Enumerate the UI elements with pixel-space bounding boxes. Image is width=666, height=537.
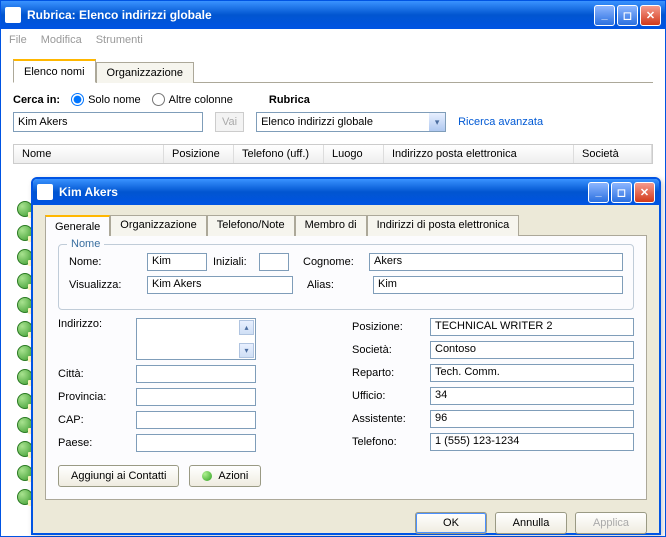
fieldset-nome: Nome Nome: Kim Iniziali: Cognome: Akers … bbox=[58, 244, 634, 310]
field-reparto[interactable]: Tech. Comm. bbox=[430, 364, 634, 382]
main-titlebar: Rubrica: Elenco indirizzi globale _ ◻ ✕ bbox=[1, 1, 665, 29]
dtab-generale[interactable]: Generale bbox=[45, 215, 110, 236]
main-tabs: Elenco nomi Organizzazione bbox=[13, 59, 653, 83]
lbl-ufficio: Ufficio: bbox=[352, 390, 424, 402]
lbl-assistente: Assistente: bbox=[352, 413, 424, 425]
actions-button[interactable]: Azioni bbox=[189, 465, 261, 487]
detail-titlebar: Kim Akers _ ◻ ✕ bbox=[33, 179, 659, 205]
lbl-cap: CAP: bbox=[58, 414, 130, 426]
detail-title: Kim Akers bbox=[59, 185, 586, 199]
search-row: Cerca in: Solo nome Altre colonne Rubric… bbox=[13, 93, 653, 106]
panel-buttons: Aggiungi ai Contatti Azioni bbox=[58, 465, 634, 487]
col-telefono[interactable]: Telefono (uff.) bbox=[234, 145, 324, 163]
lbl-provincia: Provincia: bbox=[58, 391, 130, 403]
dtab-organizzazione[interactable]: Organizzazione bbox=[110, 215, 206, 236]
field-posizione[interactable]: TECHNICAL WRITER 2 bbox=[430, 318, 634, 336]
lbl-paese: Paese: bbox=[58, 437, 130, 449]
scroll-down-icon[interactable]: ▾ bbox=[239, 343, 254, 358]
presence-icon bbox=[202, 471, 212, 481]
lbl-posizione: Posizione: bbox=[352, 321, 424, 333]
radio-solo-nome[interactable]: Solo nome bbox=[71, 93, 141, 106]
lbl-reparto: Reparto: bbox=[352, 367, 424, 379]
tab-elenco-nomi[interactable]: Elenco nomi bbox=[13, 59, 96, 83]
detail-close-button[interactable]: ✕ bbox=[634, 182, 655, 203]
detail-maximize-button[interactable]: ◻ bbox=[611, 182, 632, 203]
dtab-telefono-note[interactable]: Telefono/Note bbox=[207, 215, 295, 236]
col-luogo[interactable]: Luogo bbox=[324, 145, 384, 163]
two-col: Indirizzo: ▴ ▾ Città: Provincia: bbox=[58, 318, 634, 457]
detail-tabs: Generale Organizzazione Telefono/Note Me… bbox=[45, 215, 647, 236]
rubrica-combo[interactable]: Elenco indirizzi globale ▾ bbox=[256, 112, 446, 132]
scroll-up-icon[interactable]: ▴ bbox=[239, 320, 254, 335]
radio-altre-colonne-input[interactable] bbox=[152, 93, 165, 106]
field-paese[interactable] bbox=[136, 434, 256, 452]
field-alias[interactable]: Kim bbox=[373, 276, 623, 294]
main-window: Rubrica: Elenco indirizzi globale _ ◻ ✕ … bbox=[0, 0, 666, 537]
minimize-button[interactable]: _ bbox=[594, 5, 615, 26]
field-provincia[interactable] bbox=[136, 388, 256, 406]
lbl-nome: Nome: bbox=[69, 256, 141, 268]
lbl-citta: Città: bbox=[58, 368, 130, 380]
col-societa[interactable]: Società bbox=[574, 145, 652, 163]
detail-body: Generale Organizzazione Telefono/Note Me… bbox=[33, 205, 659, 506]
lbl-indirizzo: Indirizzo: bbox=[58, 318, 130, 330]
lbl-telefono: Telefono: bbox=[352, 436, 424, 448]
search-input[interactable] bbox=[13, 112, 203, 132]
dialog-buttons: OK Annulla Applica bbox=[33, 506, 659, 534]
detail-window: Kim Akers _ ◻ ✕ Generale Organizzazione … bbox=[31, 177, 661, 535]
lbl-societa: Società: bbox=[352, 344, 424, 356]
lbl-cognome: Cognome: bbox=[303, 256, 363, 268]
contact-card-icon bbox=[37, 184, 53, 200]
ok-button[interactable]: OK bbox=[415, 512, 487, 534]
field-cognome[interactable]: Akers bbox=[369, 253, 623, 271]
tab-organizzazione[interactable]: Organizzazione bbox=[96, 62, 194, 83]
advanced-search-link[interactable]: Ricerca avanzata bbox=[458, 116, 543, 128]
menu-strumenti[interactable]: Strumenti bbox=[96, 34, 143, 46]
col-email[interactable]: Indirizzo posta elettronica bbox=[384, 145, 574, 163]
search-inputs: Vai Elenco indirizzi globale ▾ Ricerca a… bbox=[13, 112, 653, 132]
add-to-contacts-button[interactable]: Aggiungi ai Contatti bbox=[58, 465, 179, 487]
list-header: Nome Posizione Telefono (uff.) Luogo Ind… bbox=[13, 144, 653, 164]
fieldset-nome-label: Nome bbox=[67, 238, 104, 250]
field-societa[interactable]: Contoso bbox=[430, 341, 634, 359]
col-nome[interactable]: Nome bbox=[14, 145, 164, 163]
dtab-indirizzi[interactable]: Indirizzi di posta elettronica bbox=[367, 215, 520, 236]
field-cap[interactable] bbox=[136, 411, 256, 429]
detail-panel: Nome Nome: Kim Iniziali: Cognome: Akers … bbox=[45, 235, 647, 500]
detail-minimize-button[interactable]: _ bbox=[588, 182, 609, 203]
lbl-iniziali: Iniziali: bbox=[213, 256, 253, 268]
field-assistente[interactable]: 96 bbox=[430, 410, 634, 428]
radio-solo-nome-input[interactable] bbox=[71, 93, 84, 106]
lbl-visualizza: Visualizza: bbox=[69, 279, 141, 291]
field-indirizzo[interactable]: ▴ ▾ bbox=[136, 318, 256, 360]
field-ufficio[interactable]: 34 bbox=[430, 387, 634, 405]
app-icon bbox=[5, 7, 21, 23]
chevron-down-icon[interactable]: ▾ bbox=[429, 113, 445, 131]
col-posizione[interactable]: Posizione bbox=[164, 145, 234, 163]
field-citta[interactable] bbox=[136, 365, 256, 383]
menu-file[interactable]: File bbox=[9, 34, 27, 46]
close-button[interactable]: ✕ bbox=[640, 5, 661, 26]
cancel-button[interactable]: Annulla bbox=[495, 512, 567, 534]
field-nome[interactable]: Kim bbox=[147, 253, 207, 271]
menubar: File Modifica Strumenti bbox=[1, 29, 665, 51]
maximize-button[interactable]: ◻ bbox=[617, 5, 638, 26]
main-content: Elenco nomi Organizzazione Cerca in: Sol… bbox=[1, 51, 665, 172]
rubrica-label: Rubrica bbox=[269, 94, 310, 106]
menu-modifica[interactable]: Modifica bbox=[41, 34, 82, 46]
field-telefono[interactable]: 1 (555) 123-1234 bbox=[430, 433, 634, 451]
field-visualizza[interactable]: Kim Akers bbox=[147, 276, 293, 294]
apply-button[interactable]: Applica bbox=[575, 512, 647, 534]
search-label: Cerca in: bbox=[13, 94, 60, 106]
lbl-alias: Alias: bbox=[307, 279, 367, 291]
radio-altre-colonne[interactable]: Altre colonne bbox=[152, 93, 233, 106]
vai-button[interactable]: Vai bbox=[215, 112, 244, 132]
field-iniziali[interactable] bbox=[259, 253, 289, 271]
dtab-membro-di[interactable]: Membro di bbox=[295, 215, 367, 236]
main-title: Rubrica: Elenco indirizzi globale bbox=[27, 8, 592, 22]
